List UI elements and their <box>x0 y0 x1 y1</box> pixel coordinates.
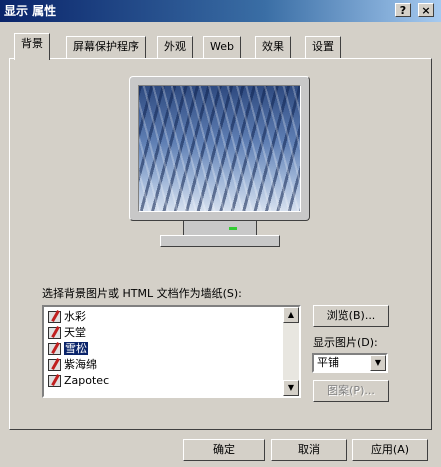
bitmap-file-icon <box>48 375 61 387</box>
close-button[interactable]: × <box>418 3 434 17</box>
list-item[interactable]: 紫海绵 <box>46 357 99 373</box>
monitor-stand <box>183 221 257 235</box>
title-bar[interactable]: 显示 属性 ? × <box>0 0 441 22</box>
bitmap-file-icon <box>48 359 61 371</box>
browse-button[interactable]: 浏览(B)... <box>313 305 389 327</box>
snow-forest-image <box>139 86 300 211</box>
list-scrollbar[interactable]: ▲ ▼ <box>283 307 299 396</box>
display-mode-label: 显示图片(D): <box>313 336 378 349</box>
scroll-up-icon[interactable]: ▲ <box>283 307 299 323</box>
display-mode-value: 平铺 <box>317 356 339 369</box>
tab-settings[interactable]: 设置 <box>305 36 341 58</box>
tab-background[interactable]: 背景 <box>14 33 50 60</box>
bitmap-file-icon <box>48 327 61 339</box>
help-button[interactable]: ? <box>395 3 411 17</box>
bitmap-file-icon <box>48 343 61 355</box>
tab-web[interactable]: Web <box>203 36 241 58</box>
wallpaper-list-label: 选择背景图片或 HTML 文档作为墙纸(S): <box>42 287 242 300</box>
list-item[interactable]: 天堂 <box>46 325 88 341</box>
cancel-button[interactable]: 取消 <box>271 439 347 461</box>
tab-screensaver[interactable]: 屏幕保护程序 <box>66 36 146 58</box>
list-item-selected[interactable]: 雪松 <box>46 341 90 357</box>
tab-effects[interactable]: 效果 <box>255 36 291 58</box>
monitor-base <box>160 235 280 247</box>
scroll-down-icon[interactable]: ▼ <box>283 380 299 396</box>
list-item[interactable]: Zapotec <box>46 373 111 389</box>
display-mode-select[interactable]: 平铺 ▼ <box>312 353 388 373</box>
wallpaper-listbox[interactable]: 水彩 天堂 雪松 紫海绵 Zapotec ▲ ▼ <box>42 305 301 398</box>
apply-button[interactable]: 应用(A) <box>352 439 428 461</box>
wallpaper-preview <box>138 85 301 212</box>
bitmap-file-icon <box>48 311 61 323</box>
pattern-button[interactable]: 图案(P)... <box>313 380 389 402</box>
monitor-preview <box>129 76 310 221</box>
chevron-down-icon[interactable]: ▼ <box>370 355 386 371</box>
power-led-icon <box>229 227 237 230</box>
window-title: 显示 属性 <box>4 4 57 18</box>
tab-appearance[interactable]: 外观 <box>157 36 193 58</box>
display-properties-window: 显示 属性 ? × 背景 屏幕保护程序 外观 Web 效果 设置 选择背景图片或… <box>0 0 441 467</box>
list-item[interactable]: 水彩 <box>46 309 88 325</box>
ok-button[interactable]: 确定 <box>183 439 265 461</box>
